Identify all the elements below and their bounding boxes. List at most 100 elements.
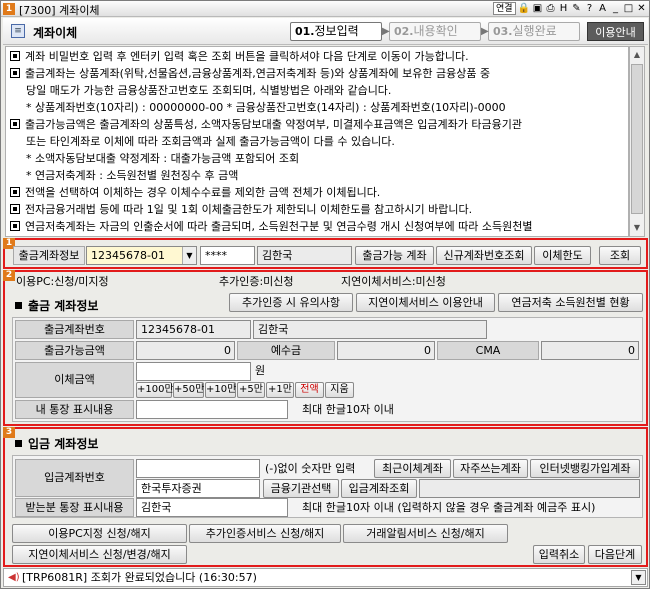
section-withdraw-info: 2 이용PC:신청/미지정 추가인증:미신청 지연이체서비스:미신청 출금 계좌… xyxy=(3,270,648,426)
available-amount-value: 0 xyxy=(136,341,235,360)
additional-auth-status: 추가인증:미신청 xyxy=(219,275,294,288)
available-accounts-button[interactable]: 출금가능 계좌 xyxy=(355,246,434,265)
bullet-icon xyxy=(10,221,20,231)
deposit-section-title: 입금 계좌정보 xyxy=(15,435,98,452)
minimize-icon[interactable]: _ xyxy=(610,2,621,15)
notice-line: * 연금저축계좌 : 소득원천별 원천징수 후 금액 xyxy=(10,167,238,184)
maximize-icon[interactable]: □ xyxy=(623,2,634,15)
lock-icon[interactable]: 🔒 xyxy=(518,2,530,15)
bank-name-field[interactable]: 한국투자증권 xyxy=(136,479,260,498)
inquiry-button[interactable]: 조회 xyxy=(599,246,641,265)
recipient-memo-input[interactable]: 김한국 xyxy=(136,498,288,517)
usage-guide-button[interactable]: 이용안내 xyxy=(587,22,644,41)
step-2: 02.내용확인 xyxy=(389,22,481,41)
transfer-window: 1 [7300] 계좌이체 연결 🔒 ▣ ⎙ H ✎ ? A _ □ ✕ ≡ 계… xyxy=(0,0,650,589)
amount-unit: 원 xyxy=(255,364,266,377)
title-bar: 1 [7300] 계좌이체 연결 🔒 ▣ ⎙ H ✎ ? A _ □ ✕ xyxy=(1,1,649,17)
clear-amount-button[interactable]: 지움 xyxy=(325,382,354,398)
notice-line: 계좌 비밀번호 입력 후 엔터키 입력 혹은 조회 버튼을 클릭하셔야 다음 단… xyxy=(10,48,469,65)
pc-designation-status: 이용PC:신청/미지정 xyxy=(16,275,109,288)
print-icon[interactable]: ⎙ xyxy=(545,2,556,15)
hotkey-button[interactable]: H xyxy=(558,2,569,15)
bullet-icon xyxy=(10,51,20,61)
recent-accounts-button[interactable]: 최근이체계좌 xyxy=(374,459,451,478)
section-withdraw-select: 1 출금계좌정보 12345678-01 ▼ **** 김한국 출금가능 계좌 … xyxy=(3,238,648,269)
bullet-icon xyxy=(10,119,20,129)
withdraw-account-no-label: 출금계좌번호 xyxy=(15,320,134,339)
screen-icon[interactable]: ▣ xyxy=(532,2,543,15)
transfer-amount-label: 이체금액 xyxy=(15,362,134,398)
notice-line: * 상품계좌번호(10자리) : 00000000-00 * 금융상품잔고번호(… xyxy=(10,99,506,116)
account-password-field[interactable]: **** xyxy=(200,246,255,265)
link-button[interactable]: 연결 xyxy=(492,2,516,15)
notice-line: 당일 매도가 가능한 금융상품잔고번호도 조회되며, 식별방법은 아래와 같습니… xyxy=(10,82,391,99)
deposit-account-label: 입금계좌번호 xyxy=(15,459,134,497)
page-title: 계좌이체 xyxy=(33,26,78,40)
section-deposit-info: 3 입금 계좌정보 입금계좌번호 (-)없이 숫자만 입력 최근이체계좌 자주쓰… xyxy=(3,427,648,567)
new-account-lookup-button[interactable]: 신규계좌번호조회 xyxy=(436,246,532,265)
chevron-down-icon[interactable]: ▼ xyxy=(631,570,646,585)
deposit-label: 예수금 xyxy=(237,341,335,360)
cancel-input-button[interactable]: 입력취소 xyxy=(533,545,585,564)
page-header: ≡ 계좌이체 01.정보입력 ▶ 02.내용확인 이용안내 03.실행완료▶▶ xyxy=(3,18,648,45)
cma-value: 0 xyxy=(541,341,639,360)
notice-text: 당일 매도가 가능한 금융상품잔고번호도 조회되며, 식별방법은 아래와 같습니… xyxy=(26,84,392,97)
notice-text: * 소액자동담보대출 약정계좌 : 대출가능금액 포함되어 조회 xyxy=(26,152,300,165)
select-bank-button[interactable]: 금융기관선택 xyxy=(263,479,339,498)
deposit-owner-field xyxy=(419,479,640,498)
full-amount-button[interactable]: 전액 xyxy=(295,382,324,398)
delay-transfer-guide-button[interactable]: 지연이체서비스 이용안내 xyxy=(356,293,495,312)
close-icon[interactable]: ✕ xyxy=(636,2,647,15)
withdraw-account-combo[interactable]: 12345678-01 ▼ xyxy=(86,246,197,265)
additional-auth-service-button[interactable]: 추가인증서비스 신청/해지 xyxy=(189,524,341,543)
pension-income-status-button[interactable]: 연금저축 소득원천별 현황 xyxy=(498,293,643,312)
withdraw-owner-value: 김한국 xyxy=(253,320,487,339)
notice-panel: 계좌 비밀번호 입력 후 엔터키 입력 혹은 조회 버튼을 클릭하셔야 다음 단… xyxy=(5,46,629,237)
next-step-button[interactable]: 다음단계 xyxy=(588,545,642,564)
tool-icon[interactable]: ✎ xyxy=(571,2,582,15)
internet-banking-accounts-button[interactable]: 인터넷뱅킹가입계좌 xyxy=(530,459,640,478)
chevron-right-icon: ▶ xyxy=(481,26,489,37)
notice-text: 전자금융거래법 등에 따라 1일 및 1회 이체출금한도가 제한되니 이체한도를… xyxy=(25,203,473,216)
help-button[interactable]: ? xyxy=(584,2,595,15)
delay-transfer-service-button[interactable]: 지연이체서비스 신청/변경/해지 xyxy=(12,545,187,564)
notice-text: 또는 타인계좌로 이체에 따라 조회금액과 실제 출금가능금액이 다를 수 있습… xyxy=(26,135,395,148)
transfer-limit-button[interactable]: 이체한도 xyxy=(534,246,591,265)
deposit-account-input[interactable] xyxy=(136,459,260,478)
speaker-icon: ◀) xyxy=(8,572,20,583)
scroll-up-icon[interactable]: ▲ xyxy=(630,47,644,63)
withdraw-account-no-value: 12345678-01 xyxy=(136,320,251,339)
add-500k-button[interactable]: +50만 xyxy=(173,382,204,398)
notice-scrollbar[interactable]: ▲ ▼ xyxy=(629,46,645,237)
scroll-down-icon[interactable]: ▼ xyxy=(630,220,644,236)
deposit-account-lookup-button[interactable]: 입금계좌조회 xyxy=(341,479,417,498)
add-100k-button[interactable]: +10만 xyxy=(205,382,236,398)
withdraw-section-title: 출금 계좌정보 xyxy=(15,297,98,314)
status-bar: ◀) [TRP6081R] 조회가 완료되었습니다 (16:30:57) ▼ xyxy=(3,568,648,587)
my-memo-input[interactable] xyxy=(136,400,288,419)
notice-line: 출금가능금액은 출금계좌의 상품특성, 소액자동담보대출 약정여부, 미결제수표… xyxy=(10,116,522,133)
chevron-down-icon[interactable]: ▼ xyxy=(182,247,196,264)
auth-notice-button[interactable]: 추가인증 시 유의사항 xyxy=(229,293,353,312)
bullet-icon xyxy=(10,68,20,78)
available-amount-label: 출금가능금액 xyxy=(15,341,134,360)
cma-label: CMA xyxy=(437,341,539,360)
scroll-thumb[interactable] xyxy=(631,64,643,214)
favorite-accounts-button[interactable]: 자주쓰는계좌 xyxy=(453,459,528,478)
step-1: 01.정보입력 xyxy=(290,22,382,41)
bullet-icon xyxy=(10,187,20,197)
add-50k-button[interactable]: +5만 xyxy=(237,382,265,398)
status-message: [TRP6081R] 조회가 완료되었습니다 (16:30:57) xyxy=(22,571,257,584)
transaction-alert-button[interactable]: 거래알림서비스 신청/해지 xyxy=(343,524,508,543)
transfer-amount-input[interactable] xyxy=(136,362,251,381)
notice-text: 출금가능금액은 출금계좌의 상품특성, 소액자동담보대출 약정여부, 미결제수표… xyxy=(25,118,522,131)
notice-text: * 연금저축계좌 : 소득원천별 원천징수 후 금액 xyxy=(26,169,239,182)
my-memo-hint: 최대 한글10자 이내 xyxy=(302,403,394,416)
recipient-memo-hint: 최대 한글10자 이내 (입력하지 않을 경우 출금계좌 예금주 표시) xyxy=(302,501,596,514)
font-button[interactable]: A xyxy=(597,2,608,15)
step-3: 03.실행완료 xyxy=(488,22,580,41)
add-10k-button[interactable]: +1만 xyxy=(266,382,294,398)
deposit-value: 0 xyxy=(337,341,435,360)
add-1m-button[interactable]: +100만 xyxy=(136,382,174,398)
pc-designation-button[interactable]: 이용PC지정 신청/해지 xyxy=(12,524,187,543)
